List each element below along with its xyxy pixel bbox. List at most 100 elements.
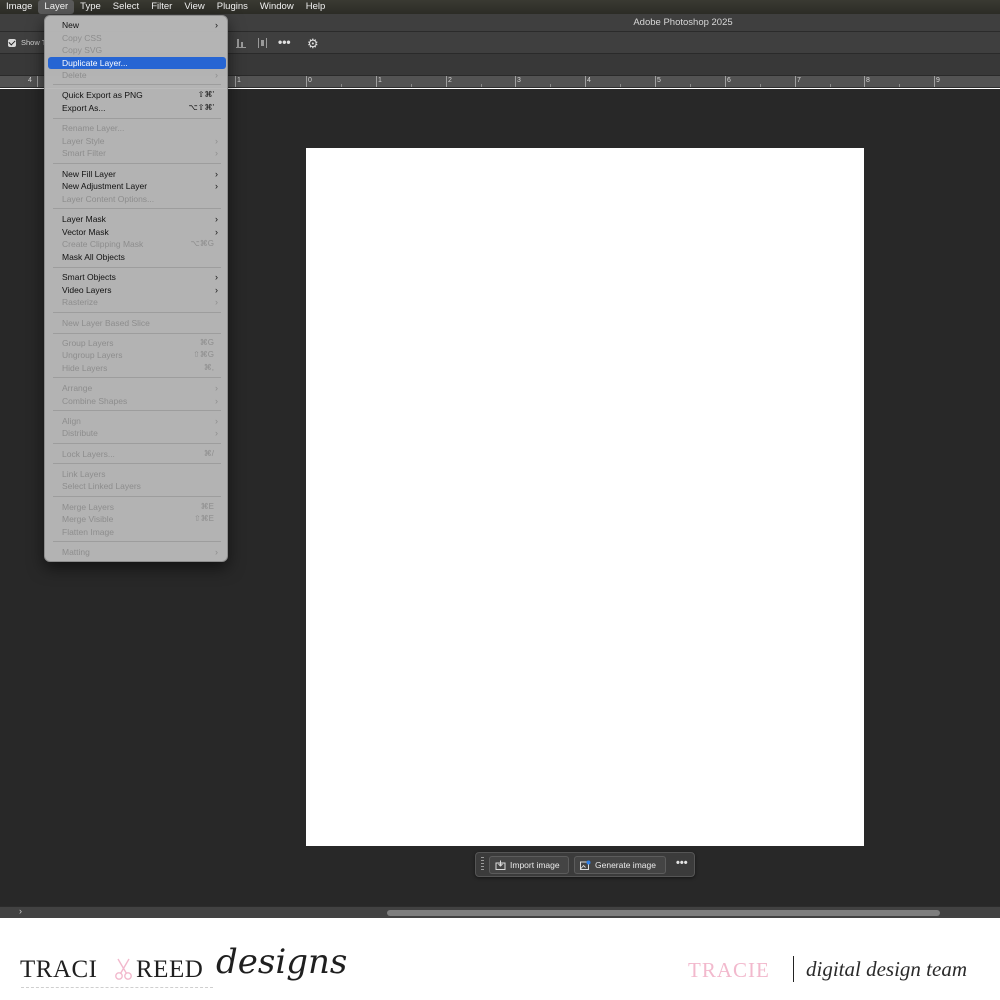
menu-image[interactable]: Image xyxy=(0,0,38,14)
menu-item-ungroup-layers: Ungroup Layers ⇧⌘G xyxy=(48,349,226,361)
scissors-icon xyxy=(115,958,132,980)
menu-item-smart-objects[interactable]: Smart Objects › xyxy=(48,271,226,283)
ruler-label: 3 xyxy=(517,77,521,84)
chevron-right-icon[interactable]: › xyxy=(19,906,22,916)
more-horizontal-icon[interactable]: ••• xyxy=(676,857,688,869)
menu-item-layer-style: Layer Style › xyxy=(48,135,226,147)
menu-separator xyxy=(53,496,221,497)
menu-item-label: Ungroup Layers xyxy=(62,350,123,360)
menu-item-quick-export-png[interactable]: Quick Export as PNG ⇧⌘' xyxy=(48,89,226,101)
menu-item-delete: Delete › xyxy=(48,69,226,81)
document-canvas[interactable] xyxy=(306,148,864,846)
menu-item-label: Vector Mask xyxy=(62,227,109,237)
distribute-icon[interactable] xyxy=(257,37,267,49)
ruler-label: 0 xyxy=(308,77,312,84)
chevron-right-icon: › xyxy=(215,416,218,426)
menu-item-group-layers: Group Layers ⌘G xyxy=(48,337,226,349)
menu-type[interactable]: Type xyxy=(74,0,107,14)
chevron-right-icon: › xyxy=(215,547,218,557)
menu-item-label: Copy SVG xyxy=(62,45,103,55)
team-label: digital design team xyxy=(806,957,967,981)
menu-item-label: New Adjustment Layer xyxy=(62,181,148,191)
menu-item-vector-mask[interactable]: Vector Mask › xyxy=(48,226,226,238)
show-transform-label: Show T xyxy=(21,38,47,47)
ruler-label: 9 xyxy=(936,77,940,84)
menu-separator xyxy=(53,463,221,464)
menu-item-label: Layer Mask xyxy=(62,214,106,224)
import-image-button[interactable]: Import image xyxy=(489,856,569,874)
menu-item-label: Smart Objects xyxy=(62,272,116,282)
menu-item-duplicate-layer[interactable]: Duplicate Layer... xyxy=(48,57,226,69)
menu-item-copy-svg: Copy SVG xyxy=(48,44,226,56)
chevron-right-icon: › xyxy=(215,285,218,295)
generate-image-button[interactable]: Generate image xyxy=(574,856,666,874)
footer-divider xyxy=(793,956,794,982)
menu-view[interactable]: View xyxy=(178,0,210,14)
menu-select[interactable]: Select xyxy=(107,0,145,14)
chevron-right-icon: › xyxy=(215,70,218,80)
menu-layer[interactable]: Layer xyxy=(38,0,75,14)
team-member-name: TRACIE xyxy=(688,958,770,982)
menu-item-hide-layers: Hide Layers ⌘, xyxy=(48,362,226,374)
logo-underline xyxy=(21,987,213,988)
logo-reed-text: REED xyxy=(136,956,204,983)
menu-separator xyxy=(53,84,221,85)
drag-handle-icon[interactable] xyxy=(481,857,484,872)
menu-item-label: Rename Layer... xyxy=(62,123,125,133)
menu-item-new-fill-layer[interactable]: New Fill Layer › xyxy=(48,168,226,180)
menu-item-merge-visible: Merge Visible ⇧⌘E xyxy=(48,513,226,525)
menu-item-export-as[interactable]: Export As... ⌥⇧⌘' xyxy=(48,102,226,114)
menu-item-label: New xyxy=(62,20,80,30)
chevron-right-icon: › xyxy=(215,136,218,146)
menu-item-smart-filter: Smart Filter › xyxy=(48,147,226,159)
menu-item-shortcut: ⌘E xyxy=(200,502,214,511)
menu-plugins[interactable]: Plugins xyxy=(211,0,254,14)
align-bottom-icon[interactable] xyxy=(236,37,246,49)
menu-item-label: Group Layers xyxy=(62,338,114,348)
more-options-icon[interactable]: ••• xyxy=(278,35,291,49)
ruler-label: 4 xyxy=(587,77,591,84)
chevron-right-icon: › xyxy=(215,383,218,393)
menu-item-layer-mask[interactable]: Layer Mask › xyxy=(48,213,226,225)
chevron-right-icon: › xyxy=(215,428,218,438)
menu-item-label: Smart Filter xyxy=(62,148,106,158)
menu-item-label: Flatten Image xyxy=(62,527,114,537)
chevron-right-icon: › xyxy=(215,20,218,30)
menu-item-shortcut: ⌥⌘G xyxy=(190,239,214,248)
menu-separator xyxy=(53,208,221,209)
contextual-task-bar: Import image Generate image ••• xyxy=(475,852,695,877)
menu-item-lock-layers: Lock Layers... ⌘/ xyxy=(48,448,226,460)
gear-icon[interactable]: ⚙ xyxy=(307,36,319,52)
chevron-right-icon: › xyxy=(215,272,218,282)
ruler-label: 1 xyxy=(237,77,241,84)
menu-item-label: Hide Layers xyxy=(62,363,108,373)
menu-window[interactable]: Window xyxy=(254,0,300,14)
ruler-label: 4 xyxy=(28,77,32,84)
menu-item-new-layer-based-slice: New Layer Based Slice xyxy=(48,317,226,329)
menu-separator xyxy=(53,541,221,542)
show-transform-checkbox[interactable] xyxy=(8,39,16,47)
menu-item-arrange: Arrange › xyxy=(48,382,226,394)
ruler-label: 1 xyxy=(378,77,382,84)
logo-designs-script: designs xyxy=(216,942,348,982)
menu-item-new[interactable]: New › xyxy=(48,19,226,31)
chevron-right-icon: › xyxy=(215,181,218,191)
menu-item-shortcut: ⇧⌘E xyxy=(193,514,214,523)
chevron-right-icon: › xyxy=(215,169,218,179)
menu-help[interactable]: Help xyxy=(300,0,332,14)
horizontal-scrollbar[interactable] xyxy=(387,910,940,916)
import-image-label: Import image xyxy=(510,860,560,870)
chevron-right-icon: › xyxy=(215,227,218,237)
menu-item-video-layers[interactable]: Video Layers › xyxy=(48,284,226,296)
menu-item-combine-shapes: Combine Shapes › xyxy=(48,395,226,407)
menu-item-label: Distribute xyxy=(62,428,98,438)
menu-item-label: Matting xyxy=(62,547,90,557)
menu-item-copy-css: Copy CSS xyxy=(48,32,226,44)
menu-item-new-adjustment-layer[interactable]: New Adjustment Layer › xyxy=(48,180,226,192)
menu-separator xyxy=(53,333,221,334)
menu-item-mask-all-objects[interactable]: Mask All Objects xyxy=(48,251,226,263)
menu-separator xyxy=(53,312,221,313)
menu-filter[interactable]: Filter xyxy=(145,0,178,14)
menu-item-merge-layers: Merge Layers ⌘E xyxy=(48,501,226,513)
menu-item-align: Align › xyxy=(48,415,226,427)
